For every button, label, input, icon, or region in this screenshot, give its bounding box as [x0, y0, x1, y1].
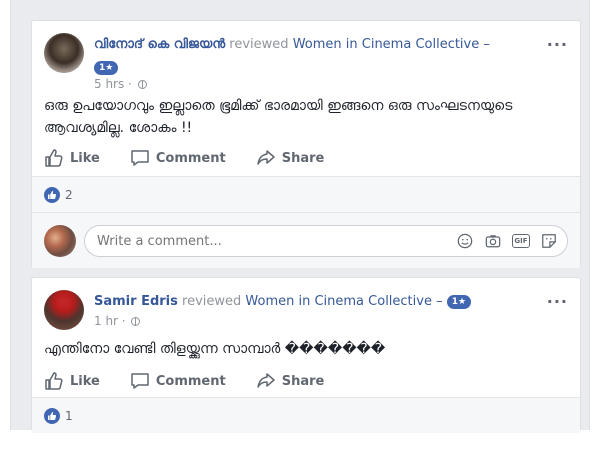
post-text: ഒരു ഉപയോഗവും ഇല്ലാതെ ഭൂമിക്ക് ഭാരമായി ഇങ…	[44, 98, 513, 136]
share-button[interactable]: Share	[256, 143, 325, 173]
gif-icon[interactable]: GIF	[512, 234, 530, 248]
share-label: Share	[281, 150, 325, 166]
review-verb: reviewed	[229, 37, 289, 52]
like-count[interactable]: 1	[65, 409, 73, 423]
comment-icon	[131, 150, 149, 166]
post-meta: 5 hrs ·	[94, 77, 147, 91]
review-post: Samir Edris reviewed Women in Cinema Col…	[31, 277, 581, 433]
share-button[interactable]: Share	[256, 366, 325, 396]
post-headline: വിനോദ് കെ വിജയൻ reviewed Women in Cinema…	[94, 37, 490, 52]
comment-label: Comment	[155, 150, 226, 166]
comment-button[interactable]: Comment	[130, 143, 226, 173]
review-post: വിനോദ് കെ വിജയൻ reviewed Women in Cinema…	[31, 20, 581, 268]
more-options-icon[interactable]: ···	[547, 292, 568, 311]
author-name[interactable]: Samir Edris	[94, 294, 178, 309]
share-label: Share	[281, 373, 325, 389]
share-icon	[256, 150, 275, 165]
like-icon	[45, 149, 63, 167]
globe-icon	[131, 317, 141, 326]
comment-button[interactable]: Comment	[130, 366, 226, 396]
sticker-icon[interactable]	[540, 232, 558, 250]
page-link[interactable]: Women in Cinema Collective	[293, 37, 480, 52]
like-reaction-icon	[44, 407, 60, 424]
author-avatar[interactable]	[44, 290, 84, 330]
reactions-bar[interactable]: 2	[32, 176, 580, 212]
review-verb: reviewed	[182, 294, 242, 309]
post-actions: Like Comment Share	[44, 366, 568, 396]
post-header: വിനോദ് കെ വിജയൻ reviewed Women in Cinema…	[44, 33, 568, 91]
like-icon	[45, 372, 63, 390]
comment-icon	[131, 373, 149, 389]
share-icon	[256, 373, 275, 388]
camera-icon[interactable]	[484, 232, 502, 250]
like-count[interactable]: 2	[65, 188, 73, 202]
post-text: എന്തിനോ വേണ്ടി തിളയ്ക്കുന്ന സാമ്പാർ ����…	[44, 341, 386, 357]
author-name[interactable]: വിനോദ് കെ വിജയൻ	[94, 37, 225, 52]
post-time[interactable]: 5 hrs ·	[94, 77, 132, 91]
post-meta: 1 hr ·	[94, 314, 141, 328]
author-avatar[interactable]	[44, 33, 84, 73]
post-actions: Like Comment Share	[44, 143, 568, 173]
post-header: Samir Edris reviewed Women in Cinema Col…	[44, 290, 568, 340]
post-time[interactable]: 1 hr ·	[94, 314, 126, 328]
globe-icon	[137, 80, 147, 89]
like-reaction-icon	[44, 186, 60, 203]
headline-dash: –	[436, 294, 443, 309]
emoji-icon[interactable]	[456, 232, 474, 250]
like-label: Like	[70, 373, 100, 389]
more-options-icon[interactable]: ···	[547, 35, 568, 54]
post-headline: Samir Edris reviewed Women in Cinema Col…	[94, 294, 472, 309]
comment-area: GIF	[32, 212, 580, 268]
rating-row: 1★	[94, 57, 119, 76]
like-label: Like	[70, 150, 100, 166]
rating-badge: 1★	[94, 60, 119, 75]
comment-tools: GIF	[456, 232, 558, 250]
headline-dash: –	[483, 37, 490, 52]
comment-label: Comment	[155, 373, 226, 389]
viewer-avatar	[44, 225, 76, 257]
like-button[interactable]: Like	[44, 366, 100, 396]
rating-badge: 1★	[446, 294, 472, 309]
reactions-bar[interactable]: 1	[32, 397, 580, 433]
like-button[interactable]: Like	[44, 143, 100, 173]
page-link[interactable]: Women in Cinema Collective	[245, 294, 432, 309]
